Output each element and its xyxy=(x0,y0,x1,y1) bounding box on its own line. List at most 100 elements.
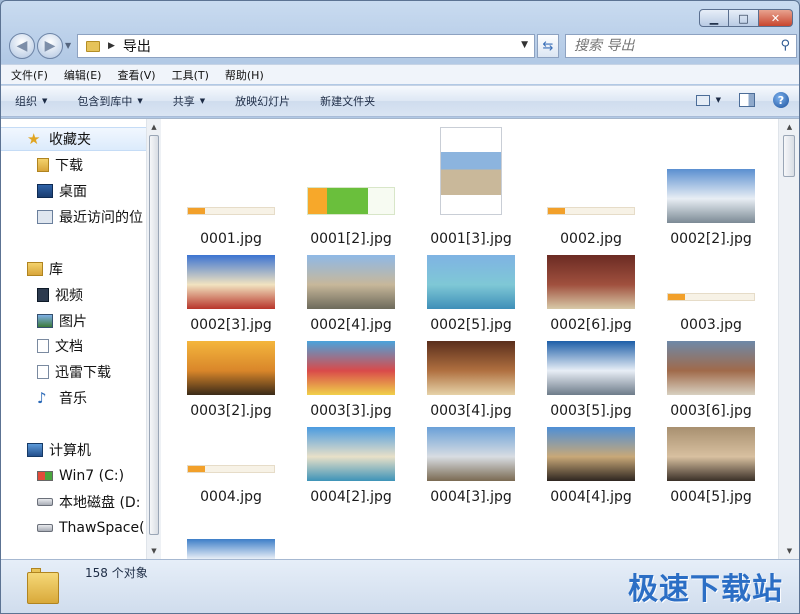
recent-pages-dropdown[interactable]: ▼ xyxy=(65,41,71,50)
downloads-folder-icon xyxy=(37,158,49,172)
nav-libraries[interactable]: 库 xyxy=(1,257,147,281)
file-item[interactable]: 0004[5].jpg xyxy=(651,425,771,511)
nav-computer[interactable]: 计算机 xyxy=(1,438,147,462)
minimize-button[interactable]: ▁ xyxy=(699,9,729,27)
organize-button[interactable]: 组织 ▼ xyxy=(15,93,47,109)
refresh-button[interactable]: ⇆ xyxy=(537,34,559,58)
address-bar[interactable]: ▶ 导出 ▼ xyxy=(77,34,535,58)
nav-computer-label: 计算机 xyxy=(49,443,91,459)
file-item[interactable]: 0001.jpg xyxy=(171,167,291,253)
status-bar: 158 个对象 极速下载站 xyxy=(1,559,799,613)
file-item[interactable] xyxy=(171,539,291,559)
file-name: 0002[2].jpg xyxy=(670,231,752,247)
change-view-icon[interactable] xyxy=(695,94,710,106)
slideshow-button[interactable]: 放映幻灯片 xyxy=(235,93,290,109)
scroll-up-icon[interactable]: ▲ xyxy=(779,120,799,134)
nav-recent-places-label: 最近访问的位 xyxy=(59,210,143,226)
search-input[interactable] xyxy=(574,38,764,54)
file-item[interactable]: 0004[3].jpg xyxy=(411,425,531,511)
file-item[interactable]: 0001[2].jpg xyxy=(291,167,411,253)
help-icon[interactable]: ? xyxy=(773,92,789,108)
file-name: 0003[5].jpg xyxy=(550,403,632,419)
file-item[interactable]: 0003[3].jpg xyxy=(291,339,411,425)
scroll-down-icon[interactable]: ▼ xyxy=(779,544,799,558)
file-item[interactable]: 0003.jpg xyxy=(651,253,771,339)
nav-desktop[interactable]: 桌面 xyxy=(1,179,147,203)
menu-tools[interactable]: 工具(T) xyxy=(172,67,209,83)
file-item[interactable]: 0004[4].jpg xyxy=(531,425,651,511)
music-note-icon: ♪ xyxy=(37,389,47,407)
menu-file[interactable]: 文件(F) xyxy=(11,67,48,83)
file-item[interactable]: 0003[5].jpg xyxy=(531,339,651,425)
caption-buttons: ▁ □ ✕ xyxy=(699,9,793,27)
include-in-library-button[interactable]: 包含到库中 ▼ xyxy=(77,93,142,109)
file-item[interactable]: 0003[2].jpg xyxy=(171,339,291,425)
file-item[interactable]: 0003[6].jpg xyxy=(651,339,771,425)
file-item[interactable]: 0002[4].jpg xyxy=(291,253,411,339)
nav-xunlei-downloads[interactable]: 迅雷下载 xyxy=(1,360,147,384)
file-name: 0004[3].jpg xyxy=(430,489,512,505)
new-folder-button[interactable]: 新建文件夹 xyxy=(320,93,375,109)
command-bar: 组织 ▼ 包含到库中 ▼ 共享 ▼ 放映幻灯片 新建文件夹 ▼ ? xyxy=(1,85,799,117)
nav-downloads[interactable]: 下载 xyxy=(1,153,147,177)
file-item[interactable]: 0002[6].jpg xyxy=(531,253,651,339)
file-name: 0001.jpg xyxy=(200,231,262,247)
view-dropdown-icon[interactable]: ▼ xyxy=(716,96,721,104)
nav-favorites[interactable]: ★ 收藏夹 xyxy=(1,127,147,151)
file-name: 0004[2].jpg xyxy=(310,489,392,505)
breadcrumb-arrow-icon[interactable]: ▶ xyxy=(108,41,115,51)
back-button[interactable]: ◀ xyxy=(9,33,35,59)
nav-scrollbar-thumb[interactable] xyxy=(149,135,159,535)
scroll-up-icon[interactable]: ▲ xyxy=(147,120,161,134)
file-grid: 0001.jpg 0001[2].jpg 0001[3].jpg 0002.jpg 00… xyxy=(161,119,785,559)
file-item[interactable]: 0003[4].jpg xyxy=(411,339,531,425)
address-dropdown-icon[interactable]: ▼ xyxy=(521,40,528,50)
file-thumbnail xyxy=(187,207,275,215)
nav-drive-d[interactable]: 本地磁盘 (D: xyxy=(1,490,147,514)
maximize-button[interactable]: □ xyxy=(729,9,759,27)
video-icon xyxy=(37,288,49,302)
search-icon[interactable]: ⚲ xyxy=(780,38,790,53)
nav-documents[interactable]: 文档 xyxy=(1,334,147,358)
nav-xunlei-downloads-label: 迅雷下载 xyxy=(55,365,111,381)
item-count: 158 个对象 xyxy=(85,566,148,580)
back-arrow-icon: ◀ xyxy=(16,38,28,54)
file-item[interactable]: 0002[5].jpg xyxy=(411,253,531,339)
file-thumbnail xyxy=(307,187,395,215)
breadcrumb-current[interactable]: 导出 xyxy=(123,36,151,56)
watermark-text: 极速下载站 xyxy=(628,572,783,607)
nav-videos[interactable]: 视频 xyxy=(1,283,147,307)
files-scrollbar-thumb[interactable] xyxy=(783,135,795,177)
recent-places-icon xyxy=(37,210,53,224)
menu-edit[interactable]: 编辑(E) xyxy=(64,67,102,83)
nav-thawspace[interactable]: ThawSpace( xyxy=(1,516,147,540)
close-icon: ✕ xyxy=(770,11,781,25)
file-item[interactable]: 0001[3].jpg xyxy=(411,127,531,253)
nav-scrollbar[interactable]: ▲ ▼ xyxy=(146,119,161,559)
file-item[interactable]: 0004.jpg xyxy=(171,425,291,511)
scroll-down-icon[interactable]: ▼ xyxy=(147,544,161,558)
navigation-pane: ★ 收藏夹 下载 桌面 最近访问的位 库 视频 图片 文档 迅雷下载 ♪ 音乐 … xyxy=(1,119,161,559)
file-item[interactable]: 0004[2].jpg xyxy=(291,425,411,511)
file-item[interactable]: 0002.jpg xyxy=(531,167,651,253)
share-button[interactable]: 共享 ▼ xyxy=(173,93,205,109)
view-controls: ▼ ? xyxy=(695,92,789,108)
nav-pictures[interactable]: 图片 xyxy=(1,309,147,333)
nav-music[interactable]: ♪ 音乐 xyxy=(1,386,147,410)
file-thumbnail xyxy=(307,255,395,309)
file-item[interactable]: 0002[3].jpg xyxy=(171,253,291,339)
close-button[interactable]: ✕ xyxy=(759,9,793,27)
menu-help[interactable]: 帮助(H) xyxy=(225,67,264,83)
file-thumbnail xyxy=(667,427,755,481)
preview-pane-icon[interactable] xyxy=(739,93,755,107)
nav-drive-c[interactable]: Win7 (C:) xyxy=(1,464,147,488)
search-box[interactable]: ⚲ xyxy=(565,34,797,58)
include-in-library-label: 包含到库中 xyxy=(77,95,133,108)
nav-recent-places[interactable]: 最近访问的位 xyxy=(1,205,147,229)
file-item[interactable]: 0002[2].jpg xyxy=(651,167,771,253)
menu-view[interactable]: 查看(V) xyxy=(117,67,155,83)
files-scrollbar[interactable]: ▲ ▼ xyxy=(778,119,799,559)
minimize-icon: ▁ xyxy=(709,11,719,25)
file-name: 0003[2].jpg xyxy=(190,403,272,419)
forward-button[interactable]: ▶ xyxy=(37,33,63,59)
